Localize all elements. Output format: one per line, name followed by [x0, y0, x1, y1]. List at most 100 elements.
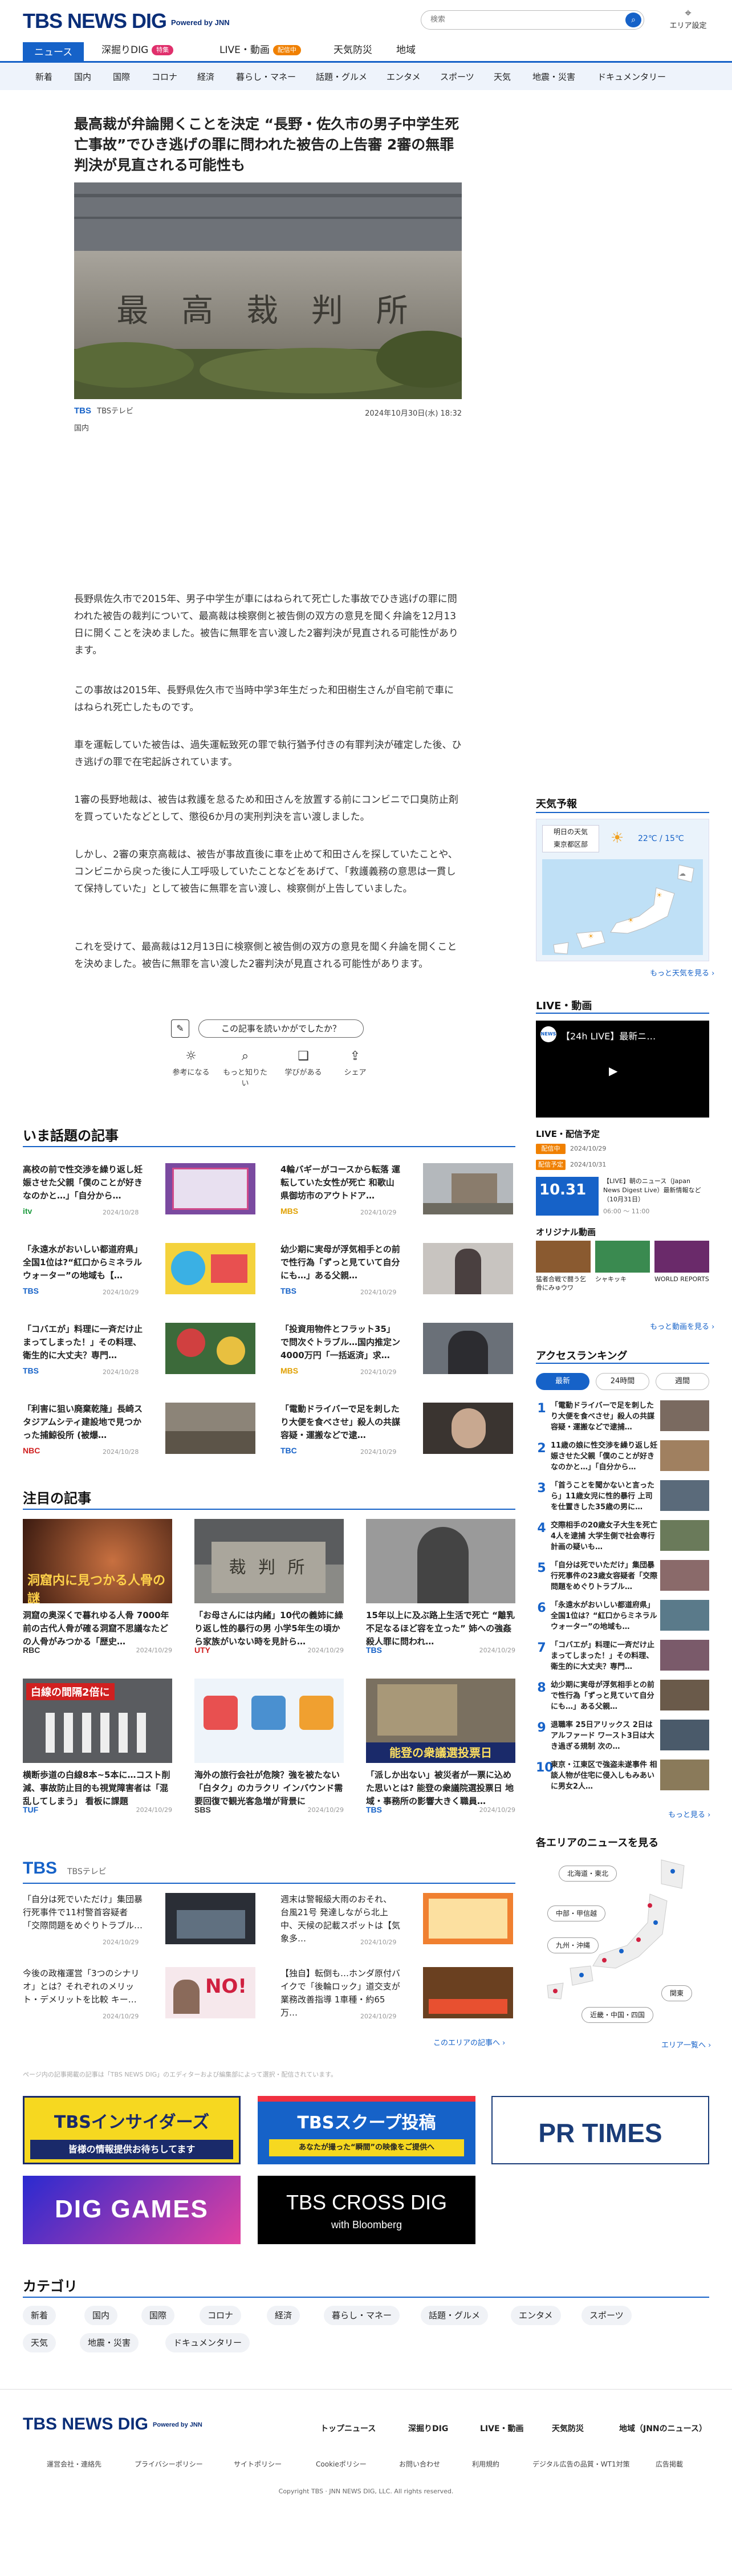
subnav-item[interactable]: コロナ — [152, 71, 177, 83]
footer-sublink[interactable]: デジタル広告の品質・WT1対策 — [532, 2459, 630, 2469]
trending-card[interactable]: 「電動ドライバーで足を刺したり大便を食べさせ」殺人の共謀容疑・運搬などで逮… T… — [280, 1403, 514, 1471]
trending-card[interactable]: 幼少期に実母が浮気相手との前で性行為「ずっと見ていて自分にも…」ある父親… TB… — [280, 1243, 514, 1311]
reaction-helpful-button[interactable]: ☼ 参考になる — [165, 1049, 217, 1077]
search-input[interactable] — [430, 15, 613, 24]
subnav-item[interactable]: 地震・災害 — [532, 71, 575, 83]
original-video-more-link[interactable]: もっと動画を見る › — [650, 1320, 714, 1331]
featured-card[interactable]: 裁 判 所 「お母さんには内緒」10代の義姉に繰り返し性的暴行の男 小学5年生の… — [194, 1519, 344, 1661]
area-region-button[interactable]: 関東 — [661, 1985, 693, 2001]
ranking-item[interactable]: 4 交際相手の20歳女子大生を死亡 4人を逮捕 大学生側で社会専行計画の疑いも… — [536, 1518, 709, 1554]
category-pill[interactable]: 話題・グルメ — [421, 2306, 489, 2325]
article-category[interactable]: 国内 — [74, 422, 89, 433]
ranking-item[interactable]: 7 「コバエが」料理に一斉だけ止まってしまった！」その料理、衛生的に大丈夫？専門… — [536, 1638, 709, 1674]
category-pill[interactable]: コロナ — [200, 2306, 242, 2325]
category-pill[interactable]: 新着 — [23, 2306, 56, 2325]
source-logo[interactable]: TBS — [74, 406, 91, 416]
ranking-more-link[interactable]: もっと見る › — [668, 1809, 710, 1819]
search-box[interactable]: ⌕ — [421, 10, 644, 30]
subnav-item[interactable]: エンタメ — [387, 71, 421, 83]
category-pill[interactable]: 経済 — [267, 2306, 300, 2325]
nav-region[interactable]: 地域 — [396, 41, 416, 59]
subnav-item[interactable]: 天気 — [494, 71, 511, 83]
ranking-tab-latest[interactable]: 最新 — [536, 1373, 589, 1390]
tbs-block-more-link[interactable]: このエリアの記事へ › — [433, 2037, 505, 2047]
category-pill[interactable]: 天気 — [23, 2333, 56, 2352]
trending-card[interactable]: 4輪バギーがコースから転落 運転していた女性が死亡 和歌山県御坊市のアウトドア…… — [280, 1163, 514, 1232]
source-name[interactable]: TBSテレビ — [97, 407, 133, 416]
footer-link[interactable]: 地域（JNNのニュース） — [619, 2423, 707, 2434]
ranking-item[interactable]: 2 11歳の娘に性交渉を繰り返し妊娠させた父親「僕のことが好きなのかと…」「自分か… — [536, 1438, 709, 1474]
footer-link[interactable]: トップニュース — [320, 2423, 376, 2434]
share-button[interactable]: ⇪ シェア — [330, 1049, 381, 1077]
schedule-event[interactable]: 10.31 【LIVE】朝のニュース（Japan News Digest Liv… — [536, 1177, 709, 1217]
trending-card[interactable]: 「投資用物件とフラット35」で問次ぐトラブル…国内推定ン4000万円「一括返済」… — [280, 1323, 514, 1391]
weather-widget[interactable]: 明日の天気 東京都区部 ☀ 22℃ / 15℃ ☀ ☀ ☀ ☁ — [536, 819, 709, 961]
footer-sublink[interactable]: 広告掲載 — [656, 2459, 683, 2469]
area-map[interactable]: 北海道・東北 中部・甲信越 九州・沖縄 関東 近畿・中国・四国 — [536, 1854, 709, 2025]
reaction-more-button[interactable]: ⌕ もっと知りたい — [219, 1049, 271, 1088]
ranking-item[interactable]: 9 退職率 25日アリックス 2日はアルファード ワースト3日は大き過ぎる規制 次… — [536, 1717, 709, 1754]
site-logo[interactable]: TBS NEWS DIG Powered by JNN — [23, 9, 230, 33]
featured-card[interactable]: 能登の衆議選投票日 「派しか出ない」被災者が一票に込めた思いとは? 能登の衆議院… — [366, 1679, 515, 1821]
original-video-item[interactable]: 猛者合戦で闘う乞骨にみゅウワ — [536, 1241, 591, 1295]
featured-card[interactable]: 15年以上に及ぶ路上生活で死亡 “離乳不足なるほど容を立った” 姉への強姦殺人罪… — [366, 1519, 515, 1661]
area-region-button[interactable]: 北海道・東北 — [559, 1866, 617, 1882]
category-pill[interactable]: 国際 — [141, 2306, 175, 2325]
ranking-item[interactable]: 3 「首うことを聞かないと言ったら」11歳女児に性的暴行 上司を仕置きした35歳の… — [536, 1478, 709, 1514]
featured-card[interactable]: 海外の旅行会社が危険？強を被たない「白タク」のカラクリ インバウンド需要回復で観… — [194, 1679, 344, 1821]
weather-more-link[interactable]: もっと天気を見る › — [650, 967, 714, 978]
crossdig-banner[interactable]: TBS CROSS DIG with Bloomberg — [258, 2176, 475, 2244]
category-pill[interactable]: 地震・災害 — [80, 2333, 139, 2352]
category-pill[interactable]: 国内 — [84, 2306, 118, 2325]
footer-link[interactable]: LIVE・動画 — [480, 2423, 524, 2434]
footer-sublink[interactable]: 利用規約 — [472, 2459, 499, 2469]
ranking-item[interactable]: 8 幼少期に実母が浮気相手との前で性行為「ずっと見ていて自分にも…」ある父親… — [536, 1677, 709, 1714]
original-video-item[interactable]: シャキッキ — [595, 1241, 650, 1295]
footer-logo[interactable]: TBS NEWS DIG Powered by JNN — [23, 2415, 202, 2434]
subnav-item[interactable]: 暮らし・マネー — [236, 71, 296, 83]
footer-sublink[interactable]: 運営会社・連絡先 — [47, 2459, 101, 2469]
featured-card[interactable]: 洞窟内に見つかる人骨の謎 洞窟の奥深くで暮れゆる人骨 7000年前の古代人骨が確… — [23, 1519, 172, 1661]
trending-card[interactable]: 「永遠水がおいしい都道府県」全国1位は?“紅口からミネラルウォーター”の地域も【… — [23, 1243, 257, 1311]
tbs-card[interactable]: 「自分は死でいただけ」集団暴行死事件で11村警首容疑者「交際問題をめぐりトラブル… — [23, 1893, 257, 1956]
featured-card[interactable]: 白線の間隔2倍に 横断歩道の白線8本~5本に…コスト削減、事故防止目的も視覚障害… — [23, 1679, 172, 1821]
survey-question-button[interactable]: この記事を読いかがでしたか？ — [198, 1019, 364, 1038]
subnav-item[interactable]: 国内 — [74, 71, 91, 83]
category-pill[interactable]: ドキュメンタリー — [165, 2333, 250, 2352]
tbs-block-logo[interactable]: TBS — [23, 1859, 57, 1878]
ranking-tab-24h[interactable]: 24時間 — [596, 1373, 649, 1390]
ranking-tab-weekly[interactable]: 週間 — [656, 1373, 709, 1390]
weather-selector[interactable]: 明日の天気 東京都区部 — [542, 825, 599, 852]
nav-news[interactable]: ニュース — [23, 42, 84, 63]
area-more-link[interactable]: エリア一覧へ › — [661, 2039, 711, 2050]
weather-map[interactable]: ☀ ☀ ☀ ☁ — [542, 859, 703, 955]
ranking-item[interactable]: 10 東京・江東区で強盗未遂事件 相談人物が住宅に侵入しもみあいに男女2人… — [536, 1757, 709, 1794]
reaction-learn-button[interactable]: ❑ 学びがある — [278, 1049, 329, 1077]
ranking-item[interactable]: 5 「自分は死でいただけ」集団暴行死事件の23歳女容疑者「交際問題をめぐりトラブル… — [536, 1558, 709, 1594]
area-region-button[interactable]: 中部・甲信越 — [547, 1905, 606, 1921]
area-region-button[interactable]: 近畿・中国・四国 — [581, 2007, 654, 2023]
footer-link[interactable]: 深掘りDIG — [408, 2423, 448, 2434]
nav-live[interactable]: LIVE・動画 配信中 — [219, 41, 301, 59]
tbs-card[interactable]: 【独自】転倒も…ホンダ原付バイクで「後輪ロック」道交支が業務改善指導 1車種・約… — [280, 1967, 514, 2030]
diggames-banner[interactable]: DIG GAMES — [23, 2176, 241, 2244]
footer-sublink[interactable]: サイトポリシー — [234, 2459, 282, 2469]
original-video-item[interactable]: WORLD REPORTS — [654, 1241, 709, 1295]
ranking-item[interactable]: 1 「電動ドライバーで足を刺したり大便を食べさせ」殺人の共謀容疑・運搬などで逮捕… — [536, 1398, 709, 1435]
prtimes-banner[interactable]: PR TIMES — [491, 2096, 709, 2164]
subnav-item[interactable]: 国際 — [113, 71, 130, 83]
footer-sublink[interactable]: Cookieポリシー — [316, 2459, 367, 2469]
nav-dig[interactable]: 深掘りDIG 特集 — [101, 41, 174, 59]
category-pill[interactable]: エンタメ — [511, 2306, 561, 2325]
search-icon[interactable]: ⌕ — [625, 13, 641, 27]
subnav-item[interactable]: ドキュメンタリー — [597, 71, 666, 83]
footer-link[interactable]: 天気防災 — [552, 2423, 584, 2434]
tbs-card[interactable]: 週末は警報級大雨のおそれ、台風21号 発達しながら北上中、天候の記載スポットは【… — [280, 1893, 514, 1956]
footer-sublink[interactable]: お問い合わせ — [399, 2459, 440, 2469]
area-setting-button[interactable]: ⌖ エリア設定 — [668, 6, 708, 32]
subnav-item[interactable]: 経済 — [197, 71, 214, 83]
trending-card[interactable]: 高校の前で性交渉を繰り返し妊娠させた父親「僕のことが好きなのかと…」「自分から…… — [23, 1163, 257, 1232]
category-pill[interactable]: スポーツ — [581, 2306, 632, 2325]
subnav-item[interactable]: 新着 — [35, 71, 52, 83]
trending-card[interactable]: 「利害に狙い廃棄乾隆」長崎スタジアムシティ建設地で見つかった捕鯨役所 (被爆… … — [23, 1403, 257, 1471]
